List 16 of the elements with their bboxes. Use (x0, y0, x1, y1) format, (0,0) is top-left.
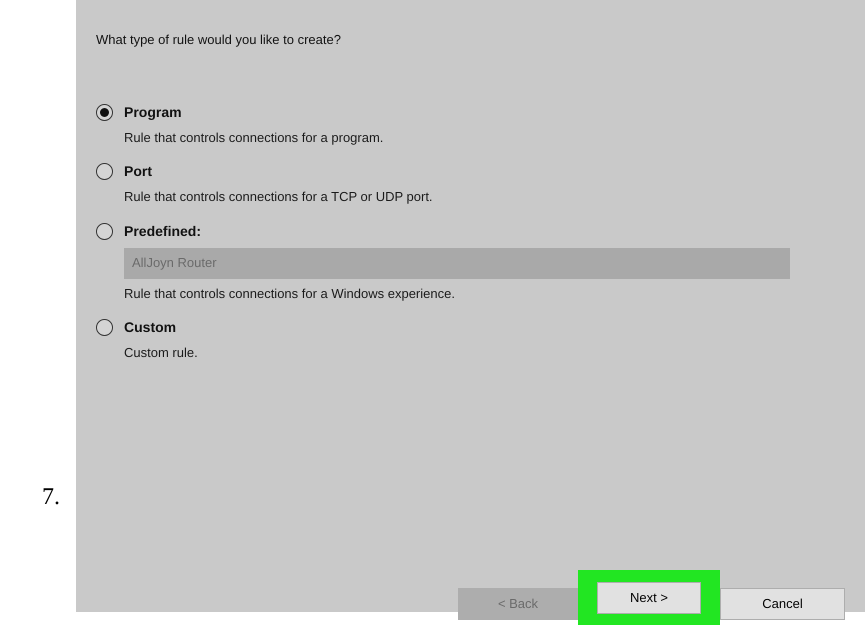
option-description: Rule that controls connections for a program. (124, 128, 384, 147)
option-label[interactable]: Program (124, 102, 182, 122)
option-description: Rule that controls connections for a Windows experience. (124, 284, 456, 303)
dialog-button[interactable]: Cancel (720, 588, 845, 620)
radio-button[interactable] (96, 104, 113, 120)
step-number: 7. (42, 483, 61, 512)
option-label[interactable]: Custom (124, 317, 176, 338)
radio-button[interactable] (96, 163, 113, 180)
option-description: Custom rule. (124, 344, 199, 362)
radio-button[interactable] (96, 319, 113, 336)
option-label[interactable]: Port (124, 161, 152, 182)
option-label[interactable]: Predefined: (124, 220, 202, 242)
radio-button[interactable] (96, 222, 113, 240)
option-description: Rule that controls connections for a TCP or UDP port. (124, 188, 434, 206)
dialog-button[interactable]: Next > (597, 582, 701, 614)
question-text: What type of rule would you like to create? (96, 31, 342, 49)
